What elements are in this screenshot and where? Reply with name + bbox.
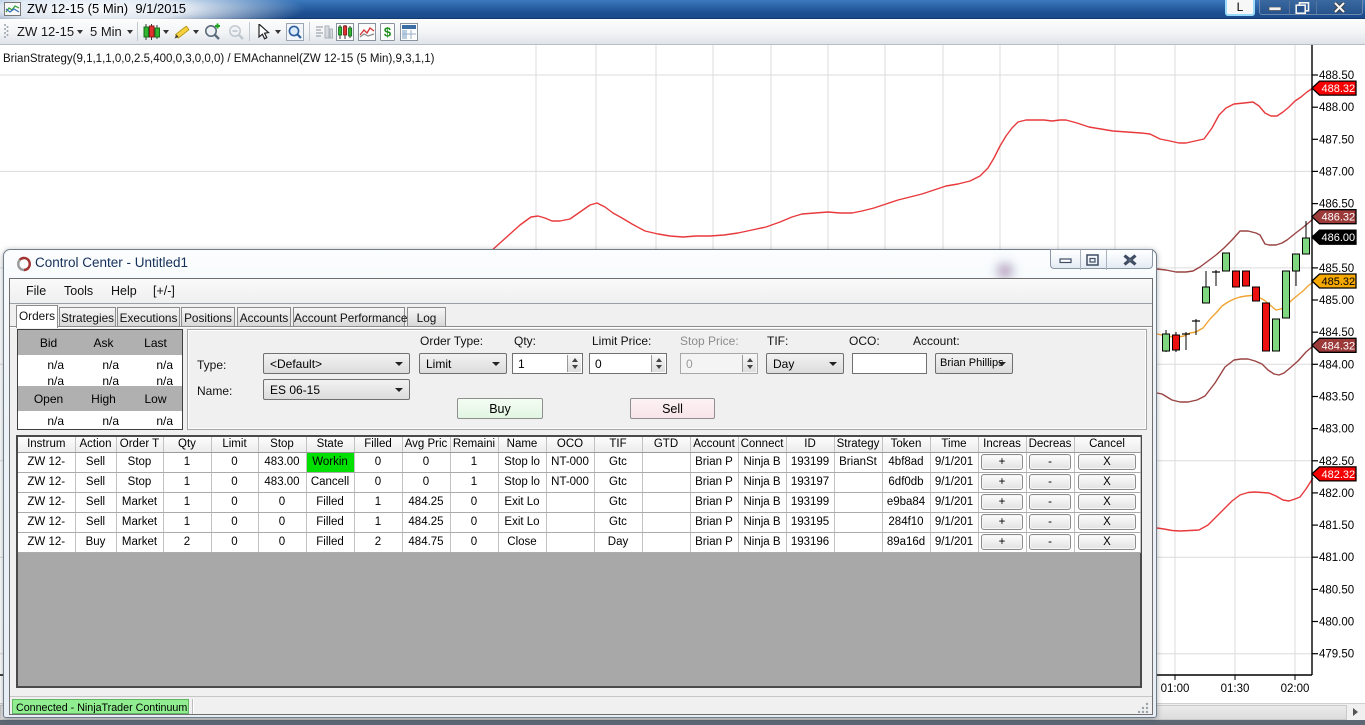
svg-text:488.32: 488.32 <box>1322 83 1356 95</box>
svg-text:486.32: 486.32 <box>1322 212 1356 224</box>
svg-text:485.50: 485.50 <box>1319 263 1354 275</box>
svg-text:485.00: 485.00 <box>1319 295 1354 307</box>
svg-text:482.00: 482.00 <box>1319 488 1354 500</box>
svg-text:479.50: 479.50 <box>1319 649 1354 661</box>
svg-text:482.50: 482.50 <box>1319 456 1354 468</box>
svg-text:484.50: 484.50 <box>1319 327 1354 339</box>
svg-text:480.50: 480.50 <box>1319 584 1354 596</box>
svg-text:481.50: 481.50 <box>1319 520 1354 532</box>
svg-text:484.00: 484.00 <box>1319 359 1354 371</box>
svg-text:487.00: 487.00 <box>1319 166 1354 178</box>
svg-text:BrianStrategy(9,1,1,1,0,0,2.5,: BrianStrategy(9,1,1,1,0,0,2.5,400,0,3,0,… <box>3 53 435 65</box>
svg-text:484.32: 484.32 <box>1322 340 1356 352</box>
svg-text:488.00: 488.00 <box>1319 102 1354 114</box>
svg-text:485.32: 485.32 <box>1322 276 1356 288</box>
svg-text:481.00: 481.00 <box>1319 552 1354 564</box>
svg-text:482.32: 482.32 <box>1322 469 1356 481</box>
svg-text:488.50: 488.50 <box>1319 70 1354 82</box>
svg-text:01:30: 01:30 <box>1221 683 1250 695</box>
svg-text:483.50: 483.50 <box>1319 392 1354 404</box>
svg-text:487.50: 487.50 <box>1319 134 1354 146</box>
svg-text:486.00: 486.00 <box>1322 232 1356 244</box>
svg-text:01:00: 01:00 <box>1161 683 1190 695</box>
svg-text:$: $ <box>384 25 392 40</box>
svg-text:480.00: 480.00 <box>1319 617 1354 629</box>
svg-text:02:00: 02:00 <box>1281 683 1310 695</box>
svg-text:483.00: 483.00 <box>1319 424 1354 436</box>
svg-text:486.50: 486.50 <box>1319 199 1354 211</box>
